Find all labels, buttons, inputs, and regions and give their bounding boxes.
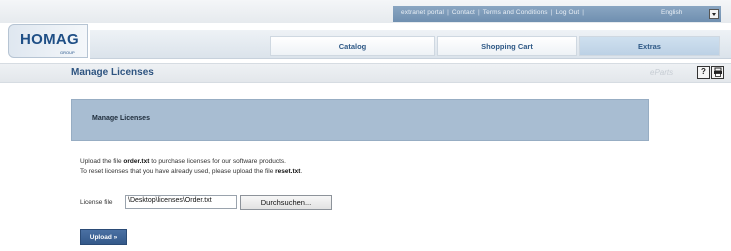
link-contact[interactable]: Contact: [452, 9, 475, 16]
language-select-label[interactable]: English: [661, 9, 682, 16]
utility-links: extranet portal | Contact | Terms and Condit…: [401, 9, 585, 16]
section-header: [71, 99, 649, 141]
license-file-label: License file: [80, 199, 113, 206]
printer-icon[interactable]: [711, 66, 724, 79]
license-file-input[interactable]: \Desktop\licenses\Order.txt: [125, 195, 237, 209]
order-file-name: order.txt: [123, 158, 150, 165]
tab-shopping-cart[interactable]: Shopping Cart: [437, 36, 577, 56]
instruction-line-1: Upload the file order.txt to purchase li…: [80, 158, 286, 165]
upload-button[interactable]: Upload »: [80, 229, 127, 245]
chevron-down-icon[interactable]: [709, 9, 719, 19]
link-extranet-portal[interactable]: extranet portal: [401, 9, 444, 16]
instruction-line-2: To reset licenses that you have already …: [80, 168, 303, 175]
page-title: Manage Licenses: [71, 67, 154, 78]
link-logout[interactable]: Log Out: [555, 9, 579, 16]
tab-extras[interactable]: Extras: [579, 36, 720, 56]
tab-catalog[interactable]: Catalog: [270, 36, 435, 56]
utility-bar: extranet portal | Contact | Terms and Condit…: [393, 6, 721, 22]
logo-subtitle: GROUP: [60, 50, 75, 55]
eparts-label: eParts: [650, 68, 674, 77]
logo[interactable]: HOMAG: [20, 31, 79, 48]
link-terms[interactable]: Terms and Conditions: [483, 9, 548, 16]
browse-button[interactable]: Durchsuchen...: [240, 195, 332, 210]
section-title: Manage Licenses: [92, 115, 150, 122]
reset-file-name: reset.txt: [275, 168, 301, 175]
printer-glyph: [713, 67, 722, 77]
help-button[interactable]: ?: [697, 66, 710, 79]
